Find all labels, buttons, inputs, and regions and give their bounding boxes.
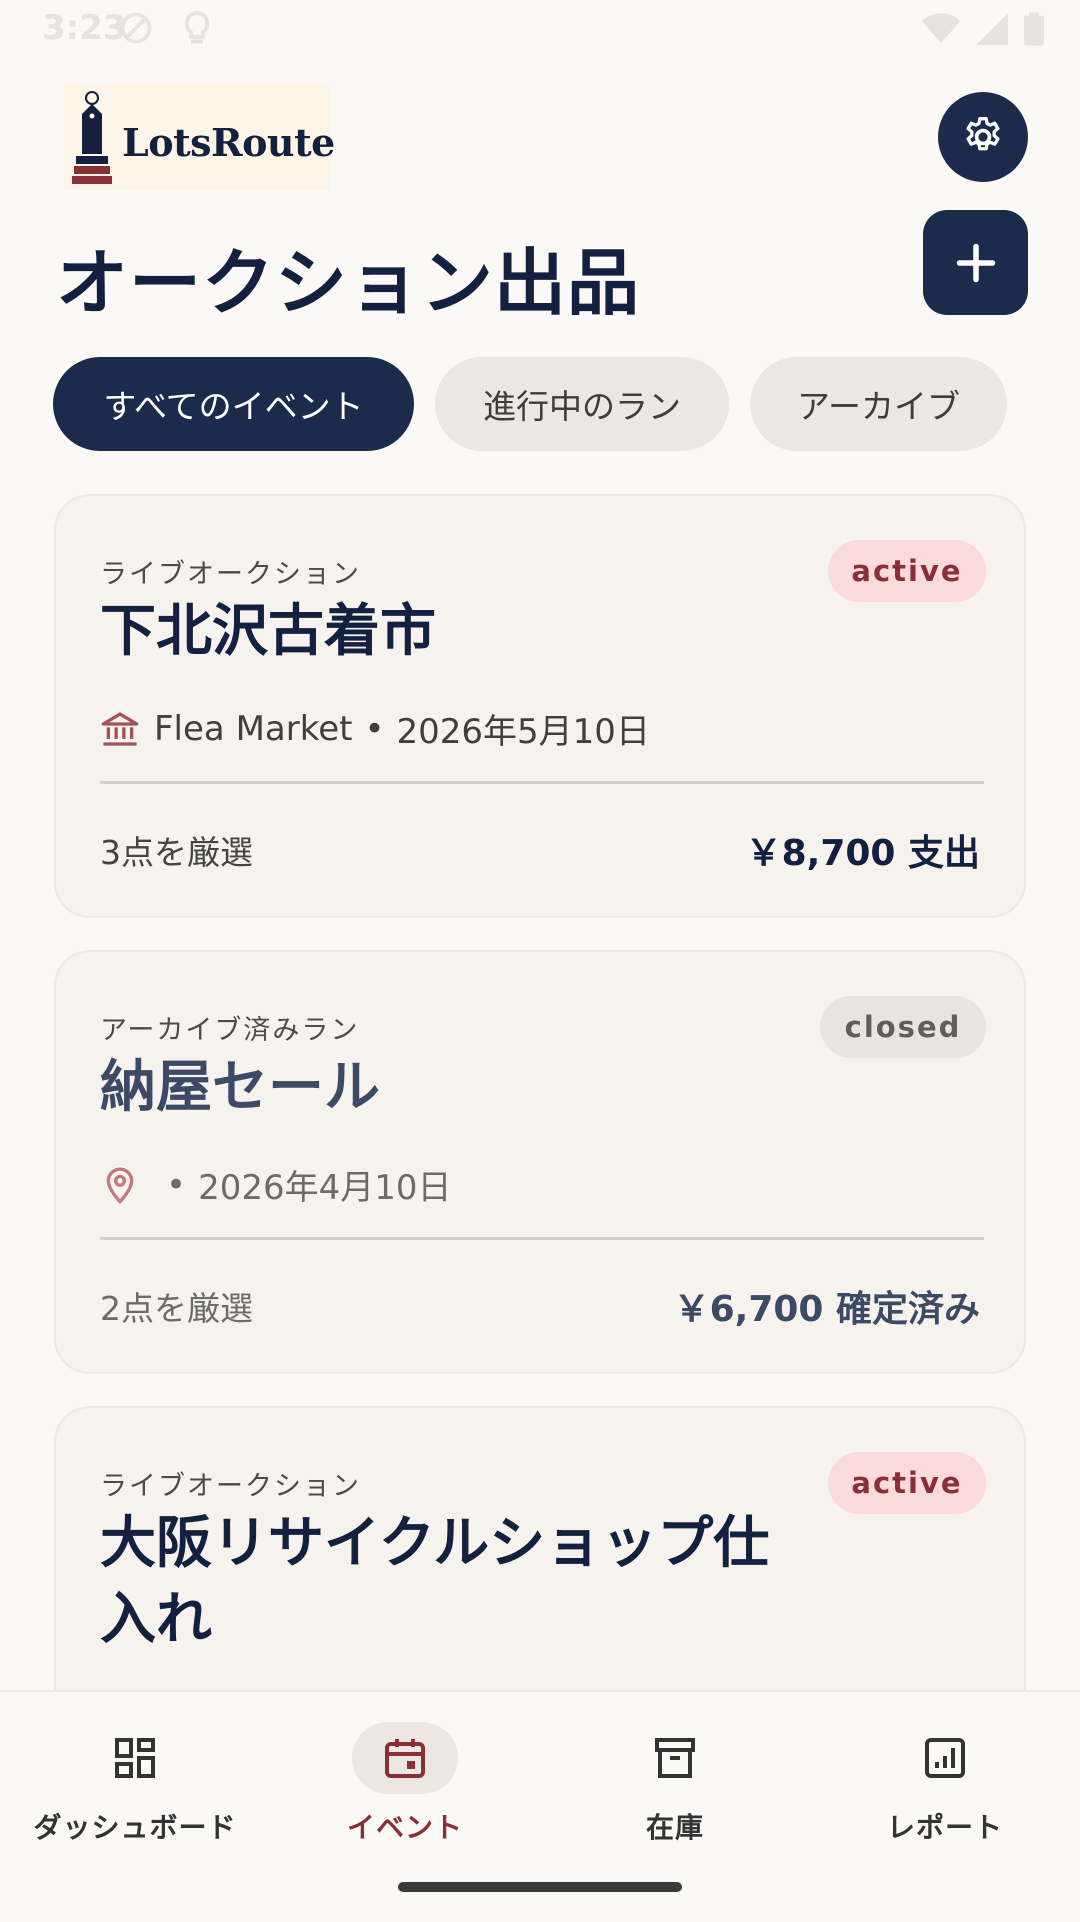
add-event-button[interactable] bbox=[923, 210, 1028, 315]
nav-label: 在庫 bbox=[645, 1811, 704, 1844]
event-date: 2026年4月10日 bbox=[198, 1168, 452, 1208]
event-title: 大阪リサイクルショップ仕 入れ bbox=[100, 1506, 769, 1658]
event-type: アーカイブ済みラン bbox=[100, 1015, 360, 1046]
event-title: 納屋セール bbox=[100, 1055, 380, 1120]
status-badge: closed bbox=[820, 996, 986, 1058]
event-amount: ￥8,700 支出 bbox=[745, 833, 980, 874]
event-title-line: 大阪リサイクルショップ仕 bbox=[100, 1511, 770, 1576]
meta-separator: • bbox=[166, 1164, 187, 1205]
bank-building-icon bbox=[101, 711, 139, 746]
event-venue: Flea Market bbox=[154, 708, 353, 749]
nav-item-dashboard[interactable]: ダッシュボード bbox=[20, 1722, 250, 1852]
gear-icon bbox=[966, 117, 1000, 151]
page-title: オークション出品 bbox=[56, 241, 641, 325]
archive-box-icon bbox=[655, 1738, 695, 1778]
app-logo: LotsRoute bbox=[64, 84, 335, 190]
wifi-icon bbox=[922, 13, 960, 44]
status-badge: active bbox=[828, 540, 986, 602]
card-divider bbox=[100, 1237, 984, 1240]
settings-button[interactable] bbox=[938, 92, 1028, 182]
card-divider bbox=[100, 781, 984, 784]
status-bar: 3:23 bbox=[0, 0, 1080, 64]
dashboard-icon bbox=[115, 1738, 155, 1778]
event-type: ライブオークション bbox=[100, 1471, 361, 1502]
plus-icon bbox=[956, 243, 995, 282]
lightbulb-icon bbox=[184, 11, 210, 44]
report-chart-icon bbox=[925, 1738, 965, 1778]
nav-label: レポート bbox=[886, 1811, 1003, 1844]
nav-item-events[interactable]: イベント bbox=[290, 1722, 520, 1852]
location-pin-icon bbox=[106, 1167, 134, 1204]
home-indicator[interactable] bbox=[398, 1882, 682, 1892]
signal-icon bbox=[976, 13, 1008, 45]
meta-separator: • bbox=[364, 708, 385, 749]
do-not-disturb-icon bbox=[120, 12, 152, 44]
event-title: 下北沢古着市 bbox=[100, 599, 436, 664]
nav-item-inventory[interactable]: 在庫 bbox=[560, 1722, 790, 1852]
nav-label: イベント bbox=[346, 1811, 463, 1844]
filter-chip-active-runs[interactable]: 進行中のラン bbox=[435, 357, 729, 451]
status-indicators bbox=[922, 12, 1044, 46]
event-type: ライブオークション bbox=[100, 559, 361, 590]
nav-item-reports[interactable]: レポート bbox=[830, 1722, 1060, 1852]
battery-icon bbox=[1024, 12, 1044, 46]
filter-chip-all-events[interactable]: すべてのイベント bbox=[53, 357, 414, 451]
event-card[interactable]: アーカイブ済みラン closed 納屋セール • 2026年4月10日 2点を厳… bbox=[54, 950, 1026, 1374]
nav-label: ダッシュボード bbox=[33, 1811, 237, 1844]
calendar-icon bbox=[385, 1739, 425, 1778]
event-date: 2026年5月10日 bbox=[396, 712, 650, 752]
selected-items-count: 2点を厳選 bbox=[100, 1289, 253, 1328]
filter-chip-archive[interactable]: アーカイブ bbox=[750, 357, 1007, 451]
event-title-line: 入れ bbox=[100, 1587, 212, 1652]
event-meta: Flea Market • 2026年5月10日 bbox=[100, 704, 650, 753]
logo-text: LotsRoute bbox=[122, 120, 335, 165]
logo-tag-icon bbox=[72, 91, 112, 184]
event-amount: ￥6,700 確定済み bbox=[673, 1289, 980, 1330]
status-time: 3:23 bbox=[42, 8, 127, 48]
event-card[interactable]: ライブオークション active 下北沢古着市 Flea Market • 20… bbox=[54, 494, 1026, 918]
event-meta: • 2026年4月10日 bbox=[100, 1160, 452, 1209]
status-badge: active bbox=[828, 1452, 986, 1514]
selected-items-count: 3点を厳選 bbox=[100, 833, 253, 872]
